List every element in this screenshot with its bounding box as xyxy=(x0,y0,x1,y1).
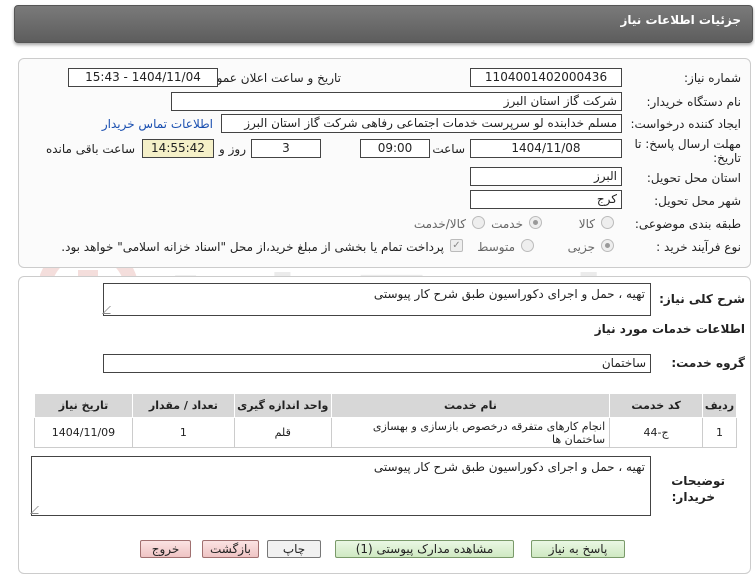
creator-field: مسلم خدابنده لو سرپرست خدمات اجتماعی رفا… xyxy=(221,114,622,133)
deadline-time-field: 09:00 xyxy=(360,139,430,158)
remaining-time-field: 14:55:42 xyxy=(142,139,214,158)
category-label: طبقه بندی موضوعی: xyxy=(634,217,741,231)
cell-qty: 1 xyxy=(131,417,235,448)
summary-label: شرح کلی نیاز: xyxy=(659,292,745,306)
services-title: اطلاعات خدمات مورد نیاز xyxy=(594,322,745,336)
summary-text: تهیه ، حمل و اجرای دکوراسیون طبق شرح کار… xyxy=(373,287,645,301)
treasury-checkbox[interactable]: ✓ xyxy=(450,239,463,252)
category-radio-goods-service[interactable] xyxy=(472,216,485,229)
service-group-label: گروه خدمت: xyxy=(671,356,745,370)
table-row: 1 ج-44 انجام کارهای متفرقه درخصوص بازساز… xyxy=(34,417,737,448)
resize-handle[interactable] xyxy=(30,506,46,514)
summary-textarea[interactable]: تهیه ، حمل و اجرای دکوراسیون طبق شرح کار… xyxy=(102,283,651,316)
payment-note: پرداخت تمام یا بخشی از مبلغ خرید،از محل … xyxy=(61,240,444,254)
deadline-date-field: 1404/11/08 xyxy=(470,139,622,158)
province-field: البرز xyxy=(470,167,622,186)
category-radio-goods[interactable] xyxy=(601,216,614,229)
process-radio-medium[interactable] xyxy=(521,239,534,252)
page-title: جزئیات اطلاعات نیاز xyxy=(620,13,741,27)
province-label: استان محل تحویل: xyxy=(646,171,741,185)
attachments-button[interactable]: مشاهده مدارک پیوستی (1) xyxy=(335,540,514,558)
services-table: ردیف کد خدمت نام خدمت واحد اندازه گیری ت… xyxy=(34,393,737,448)
col-unit: واحد اندازه گیری xyxy=(233,393,332,418)
buyer-notes-textarea[interactable]: تهیه ، حمل و اجرای دکوراسیون طبق شرح کار… xyxy=(30,456,651,516)
cell-date: 1404/11/09 xyxy=(34,417,133,448)
process-label: نوع فرآیند خرید : xyxy=(656,240,741,254)
days-field: 3 xyxy=(251,139,321,158)
cell-code: ج-44 xyxy=(609,417,704,448)
deadline-label: مهلت ارسال پاسخ: تا xyxy=(634,137,741,151)
category-goods-label: کالا xyxy=(578,217,595,231)
contact-buyer-link[interactable]: اطلاعات تماس خریدار xyxy=(102,117,213,131)
col-date: تاریخ نیاز xyxy=(34,393,133,418)
col-qty: تعداد / مقدار xyxy=(131,393,235,418)
process-medium-label: متوسط xyxy=(477,240,515,254)
buyer-org-label: نام دستگاه خریدار: xyxy=(646,95,742,109)
category-radio-service[interactable] xyxy=(529,216,542,229)
buyer-notes-text: تهیه ، حمل و اجرای دکوراسیون طبق شرح کار… xyxy=(373,460,645,474)
announce-field: 1404/11/04 - 15:43 xyxy=(68,68,218,87)
remaining-label: ساعت باقی مانده xyxy=(45,142,135,156)
deadline-time-label: ساعت xyxy=(432,142,465,156)
creator-label: ایجاد کننده درخواست: xyxy=(630,117,741,131)
city-field: کرج xyxy=(470,190,622,209)
process-radio-minor[interactable] xyxy=(601,239,614,252)
cell-name: انجام کارهای متفرقه درخصوص بازسازی و بهس… xyxy=(330,417,611,448)
need-number-field: 1104001402000436 xyxy=(470,68,622,87)
need-number-label: شماره نیاز: xyxy=(684,71,741,85)
buyer-org-field: شرکت گاز استان البرز xyxy=(171,92,622,111)
exit-button[interactable]: خروج xyxy=(140,540,191,558)
reply-button[interactable]: پاسخ به نیاز xyxy=(531,540,625,558)
process-minor-label: جزیی xyxy=(567,240,595,254)
col-row: ردیف xyxy=(702,393,737,418)
resize-handle[interactable] xyxy=(102,306,118,314)
buyer-notes-label: توضیحات xyxy=(671,474,725,488)
buyer-notes-label-2: خریدار: xyxy=(671,490,715,504)
col-code: کد خدمت xyxy=(609,393,704,418)
need-info-panel xyxy=(18,58,751,268)
category-service-label: خدمت xyxy=(491,217,523,231)
service-group-field: ساختمان xyxy=(103,354,651,373)
cell-row: 1 xyxy=(702,417,737,448)
deadline-date-label: تاریخ: xyxy=(713,151,741,165)
col-name: نام خدمت xyxy=(330,393,611,418)
table-header-row: ردیف کد خدمت نام خدمت واحد اندازه گیری ت… xyxy=(34,393,737,418)
back-button[interactable]: بازگشت xyxy=(202,540,259,558)
cell-unit: قلم xyxy=(233,417,332,448)
days-label: روز و xyxy=(219,142,246,156)
city-label: شهر محل تحویل: xyxy=(654,194,741,208)
category-goods-service-label: کالا/خدمت xyxy=(413,217,466,231)
print-button[interactable]: چاپ xyxy=(267,540,321,558)
